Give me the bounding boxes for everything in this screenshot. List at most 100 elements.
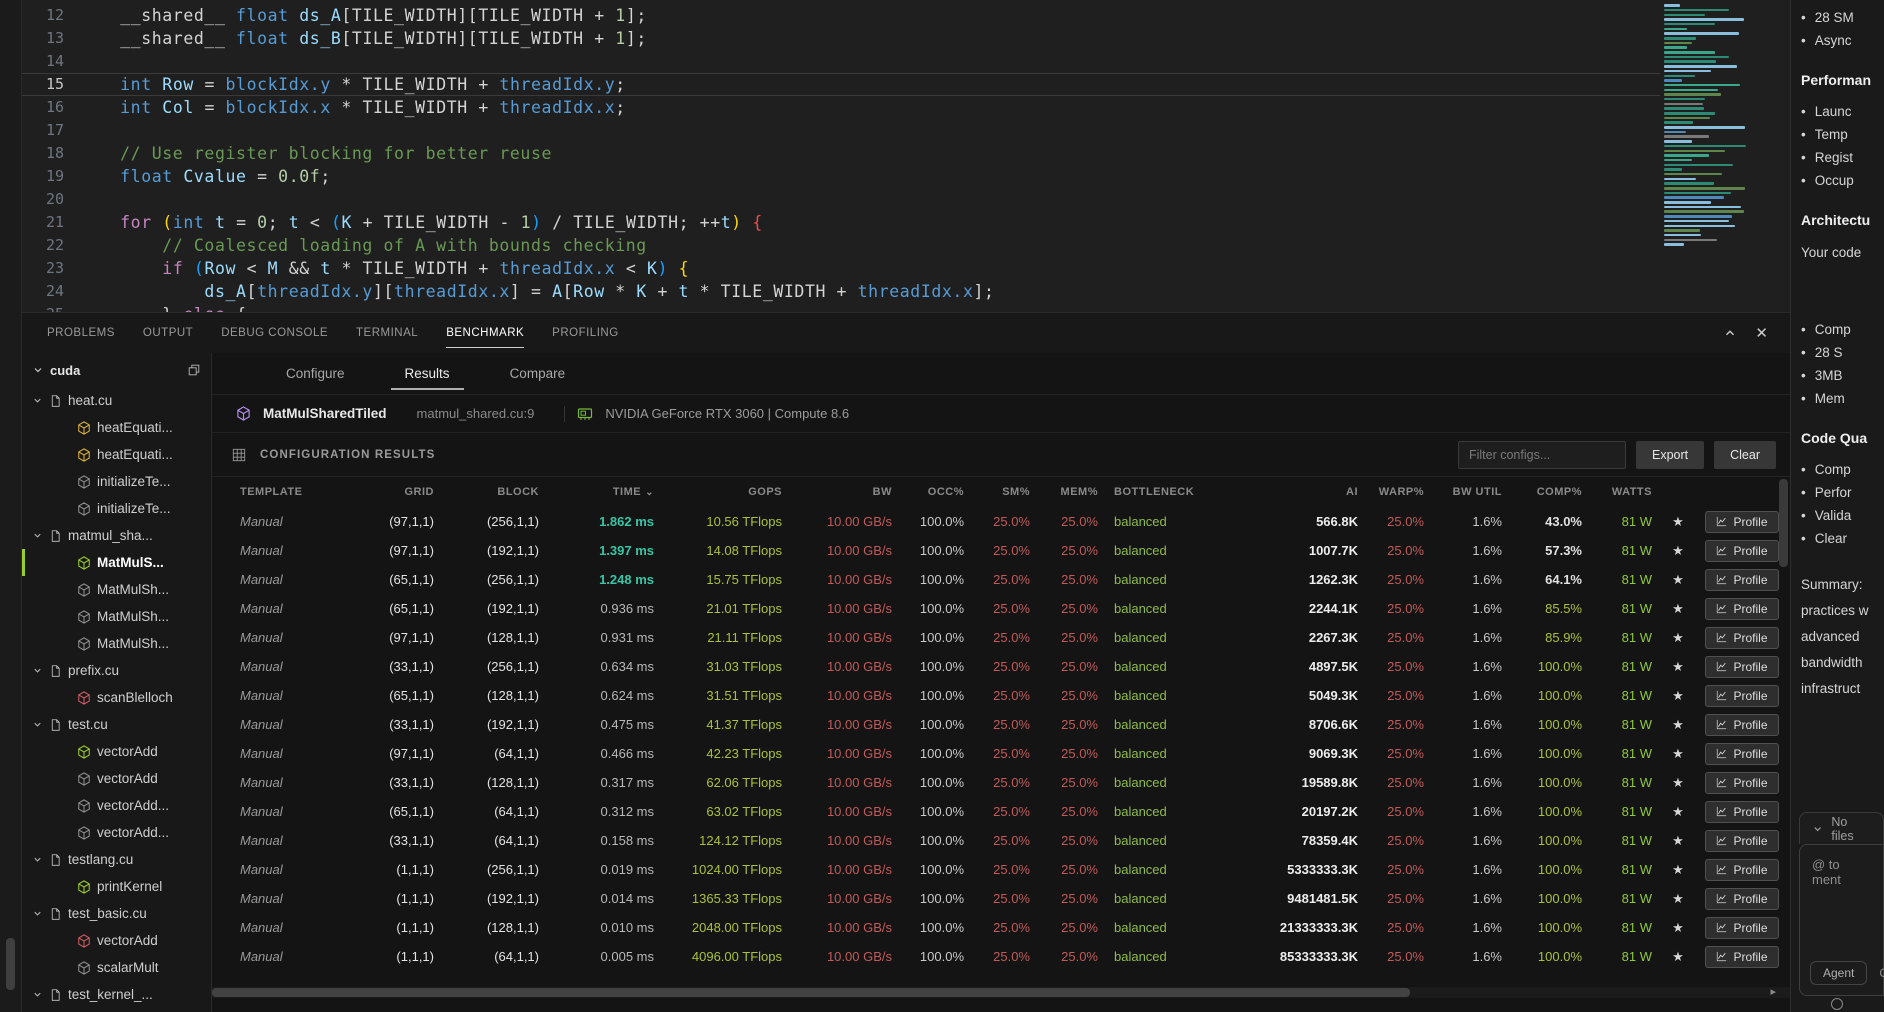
profile-button[interactable]: Profile: [1705, 569, 1778, 591]
favorite-star[interactable]: ★: [1672, 688, 1684, 703]
profile-button[interactable]: Profile: [1705, 540, 1778, 562]
subtab-compare[interactable]: Compare: [484, 353, 592, 394]
profile-button[interactable]: Profile: [1705, 859, 1778, 881]
tree-item-test_basic-cu[interactable]: test_basic.cu: [22, 900, 211, 927]
favorite-star[interactable]: ★: [1672, 514, 1684, 529]
tree-item-test_kernel_-[interactable]: test_kernel_...: [22, 981, 211, 1008]
filter-configs-input[interactable]: [1458, 441, 1626, 469]
column-header-template[interactable]: TEMPLATE: [230, 486, 340, 498]
horizontal-scroll-thumb[interactable]: [212, 988, 1410, 997]
code-line[interactable]: 13 __shared__ float ds_B[TILE_WIDTH][TIL…: [22, 27, 1660, 50]
column-header-mem[interactable]: MEM%: [1036, 486, 1104, 498]
strip-scroll-thumb[interactable]: [6, 938, 15, 990]
tree-item-matmulsh-[interactable]: MatMulSh...: [22, 603, 211, 630]
favorite-star[interactable]: ★: [1672, 543, 1684, 558]
favorite-star[interactable]: ★: [1672, 833, 1684, 848]
tree-item-matmuls-[interactable]: MatMulS...: [22, 549, 211, 576]
column-header-ai[interactable]: AI: [1224, 486, 1364, 498]
favorite-star[interactable]: ★: [1672, 920, 1684, 935]
tree-item-prefix-cu[interactable]: prefix.cu: [22, 657, 211, 684]
favorite-star[interactable]: ★: [1672, 601, 1684, 616]
tree-item-heatequati-[interactable]: heatEquati...: [22, 441, 211, 468]
column-header-comp[interactable]: COMP%: [1508, 486, 1588, 498]
profile-button[interactable]: Profile: [1705, 888, 1778, 910]
horizontal-scrollbar[interactable]: ▸: [212, 987, 1790, 998]
tree-item-printkernel[interactable]: printKernel: [22, 873, 211, 900]
favorite-star[interactable]: ★: [1672, 949, 1684, 964]
panel-tab-problems[interactable]: PROBLEMS: [33, 313, 129, 353]
agent-mode-selector[interactable]: Agent: [1810, 961, 1867, 985]
clear-button[interactable]: Clear: [1714, 441, 1776, 469]
favorite-star[interactable]: ★: [1672, 862, 1684, 877]
favorite-star[interactable]: ★: [1672, 891, 1684, 906]
profile-button[interactable]: Profile: [1705, 511, 1778, 533]
tree-item-clipped[interactable]: [22, 1008, 211, 1012]
editor-scrollbar-zone[interactable]: [1750, 0, 1790, 312]
profile-button[interactable]: Profile: [1705, 830, 1778, 852]
column-header-bw_util[interactable]: BW UTIL: [1430, 486, 1508, 498]
favorite-star[interactable]: ★: [1672, 659, 1684, 674]
profile-button[interactable]: Profile: [1705, 772, 1778, 794]
code-line[interactable]: 12 __shared__ float ds_A[TILE_WIDTH][TIL…: [22, 4, 1660, 27]
close-panel-icon[interactable]: ✕: [1755, 326, 1768, 341]
profile-button[interactable]: Profile: [1705, 685, 1778, 707]
column-header-gops[interactable]: GOPS: [660, 486, 788, 498]
chevron-up-icon[interactable]: [1723, 326, 1737, 340]
favorite-star[interactable]: ★: [1672, 775, 1684, 790]
column-header-grid[interactable]: GRID: [340, 486, 440, 498]
panel-tab-benchmark[interactable]: BENCHMARK: [432, 313, 538, 353]
code-line[interactable]: 14: [22, 50, 1660, 73]
code-line[interactable]: 17: [22, 119, 1660, 142]
column-header-bw[interactable]: BW: [788, 486, 898, 498]
profile-button[interactable]: Profile: [1705, 627, 1778, 649]
chat-context-bar[interactable]: No files: [1799, 812, 1884, 844]
profile-button[interactable]: Profile: [1705, 598, 1778, 620]
tree-item-heatequati-[interactable]: heatEquati...: [22, 414, 211, 441]
tree-item-vectoradd[interactable]: vectorAdd: [22, 765, 211, 792]
column-header-occ[interactable]: OCC%: [898, 486, 970, 498]
tree-item-scanblelloch[interactable]: scanBlelloch: [22, 684, 211, 711]
code-line[interactable]: 16 int Col = blockIdx.x * TILE_WIDTH + t…: [22, 96, 1660, 119]
model-selector[interactable]: Cla: [1879, 966, 1884, 980]
column-header-sm[interactable]: SM%: [970, 486, 1036, 498]
code-line[interactable]: 15 int Row = blockIdx.y * TILE_WIDTH + t…: [22, 73, 1660, 96]
tree-item-test-cu[interactable]: test.cu: [22, 711, 211, 738]
column-header-watts[interactable]: WATTS: [1588, 486, 1658, 498]
profile-button[interactable]: Profile: [1705, 801, 1778, 823]
kernel-location[interactable]: matmul_shared.cu:9: [417, 406, 535, 421]
column-header-time[interactable]: TIME⌄: [545, 486, 660, 498]
chat-input[interactable]: @ to ment Agent Cla: [1799, 844, 1884, 996]
profile-button[interactable]: Profile: [1705, 714, 1778, 736]
favorite-star[interactable]: ★: [1672, 746, 1684, 761]
favorite-star[interactable]: ★: [1672, 630, 1684, 645]
tree-item-vectoradd-[interactable]: vectorAdd...: [22, 819, 211, 846]
code-line[interactable]: 25 } else {: [22, 303, 1660, 312]
column-header-bottleneck[interactable]: BOTTLENECK: [1104, 486, 1224, 498]
favorite-star[interactable]: ★: [1672, 717, 1684, 732]
tree-item-initializete-[interactable]: initializeTe...: [22, 495, 211, 522]
tree-item-vectoradd[interactable]: vectorAdd: [22, 927, 211, 954]
panel-tab-terminal[interactable]: TERMINAL: [342, 313, 432, 353]
panel-tab-debug-console[interactable]: DEBUG CONSOLE: [207, 313, 342, 353]
tree-item-initializete-[interactable]: initializeTe...: [22, 468, 211, 495]
tree-item-vectoradd-[interactable]: vectorAdd...: [22, 792, 211, 819]
tree-item-matmul_sha-[interactable]: matmul_sha...: [22, 522, 211, 549]
code-line[interactable]: 22 // Coalesced loading of A with bounds…: [22, 234, 1660, 257]
code-line[interactable]: 23 if (Row < M && t * TILE_WIDTH + threa…: [22, 257, 1660, 280]
code-line[interactable]: 20: [22, 188, 1660, 211]
code-line[interactable]: 18 // Use register blocking for better r…: [22, 142, 1660, 165]
export-button[interactable]: Export: [1636, 441, 1704, 469]
subtab-results[interactable]: Results: [379, 353, 476, 394]
tree-item-matmulsh-[interactable]: MatMulSh...: [22, 630, 211, 657]
minimap[interactable]: [1660, 2, 1750, 312]
tree-item-testlang-cu[interactable]: testlang.cu: [22, 846, 211, 873]
tree-item-vectoradd[interactable]: vectorAdd: [22, 738, 211, 765]
favorite-star[interactable]: ★: [1672, 572, 1684, 587]
editor-layout-icon[interactable]: [187, 363, 201, 377]
code-editor[interactable]: 12 __shared__ float ds_A[TILE_WIDTH][TIL…: [22, 0, 1790, 312]
tree-item-scalarmult[interactable]: scalarMult: [22, 954, 211, 981]
code-line[interactable]: 21 for (int t = 0; t < (K + TILE_WIDTH -…: [22, 211, 1660, 234]
code-line[interactable]: 19 float Cvalue = 0.0f;: [22, 165, 1660, 188]
tree-item-heat-cu[interactable]: heat.cu: [22, 387, 211, 414]
favorite-star[interactable]: ★: [1672, 804, 1684, 819]
